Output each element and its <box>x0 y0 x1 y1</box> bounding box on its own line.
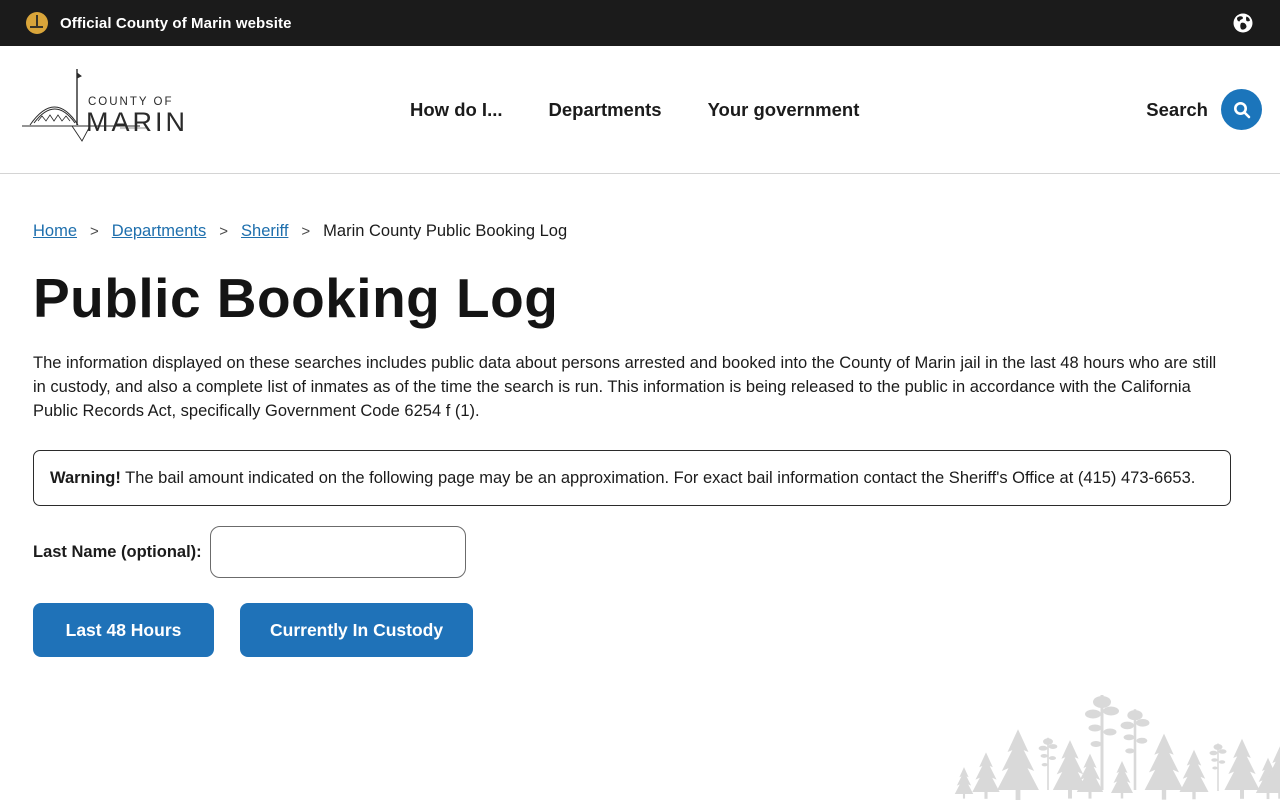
breadcrumb: Home > Departments > Sheriff > Marin Cou… <box>33 222 1232 241</box>
warning-text: The bail amount indicated on the followi… <box>120 469 1196 487</box>
breadcrumb-separator: > <box>219 223 229 240</box>
page-title: Public Booking Log <box>33 267 559 329</box>
last-48-hours-button[interactable]: Last 48 Hours <box>33 603 214 657</box>
search-icon <box>1233 101 1250 118</box>
breadcrumb-home[interactable]: Home <box>33 222 77 241</box>
currently-in-custody-button[interactable]: Currently In Custody <box>240 603 474 657</box>
main-navigation: How do I... Departments Your government <box>410 46 859 174</box>
gold-civic-badge-icon <box>26 12 48 34</box>
breadcrumb-current-page: Marin County Public Booking Log <box>323 222 568 240</box>
main-content: Home > Departments > Sheriff > Marin Cou… <box>0 175 1280 800</box>
county-of-marin-logo[interactable]: COUNTY OF MARIN <box>20 65 205 155</box>
intro-paragraph: The information displayed on these searc… <box>33 354 1217 420</box>
language-button[interactable] <box>1232 12 1254 34</box>
official-banner: Official County of Marin website <box>0 0 1280 46</box>
official-banner-left: Official County of Marin website <box>26 12 292 34</box>
search-label[interactable]: Search <box>1146 99 1208 121</box>
last-name-label: Last Name (optional): <box>33 542 202 561</box>
warning-box: Warning! The bail amount indicated on th… <box>33 450 1231 506</box>
nav-how-do-i[interactable]: How do I... <box>410 99 503 121</box>
site-header: COUNTY OF MARIN How do I... Departments … <box>0 46 1280 174</box>
breadcrumb-separator: > <box>301 223 311 240</box>
official-website-text: Official County of Marin website <box>60 14 292 32</box>
warning-label: Warning! <box>50 469 121 487</box>
nav-departments[interactable]: Departments <box>549 99 662 121</box>
logo-text-marin: MARIN <box>86 107 188 137</box>
globe-icon <box>1233 13 1253 33</box>
breadcrumb-separator: > <box>90 223 99 240</box>
breadcrumb-departments[interactable]: Departments <box>112 222 206 241</box>
search-button[interactable] <box>1221 89 1262 130</box>
last-name-input[interactable] <box>209 526 466 578</box>
search-area: Search <box>1146 89 1262 130</box>
breadcrumb-sheriff[interactable]: Sheriff <box>241 222 288 241</box>
nav-your-government[interactable]: Your government <box>708 99 860 121</box>
search-buttons-row: Last 48 Hours Currently In Custody <box>33 603 1232 657</box>
last-name-form-row: Last Name (optional): <box>33 526 1232 578</box>
